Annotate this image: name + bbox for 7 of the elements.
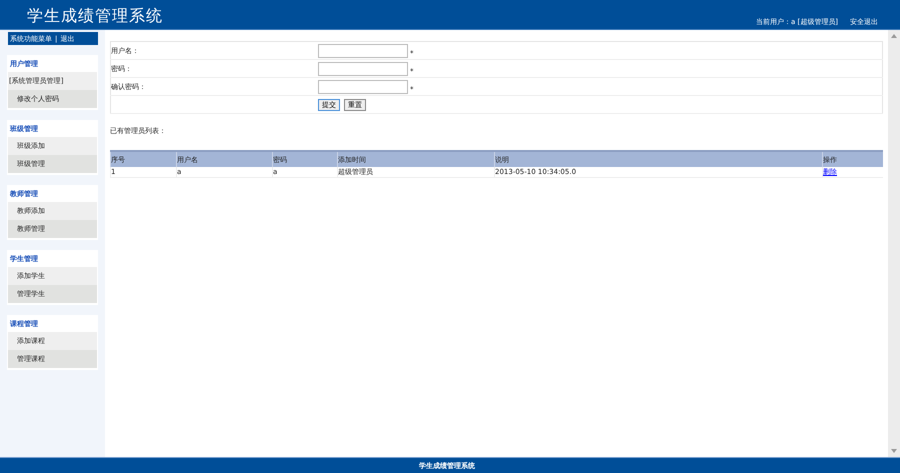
input-field[interactable] [318, 62, 408, 76]
input-field[interactable] [318, 80, 408, 94]
app-title: 学生成绩管理系统 [27, 6, 163, 27]
scroll-down-icon[interactable] [891, 449, 897, 453]
scroll-up-icon[interactable] [891, 34, 897, 38]
scrollbar[interactable] [888, 30, 900, 457]
input-field[interactable] [318, 44, 408, 58]
